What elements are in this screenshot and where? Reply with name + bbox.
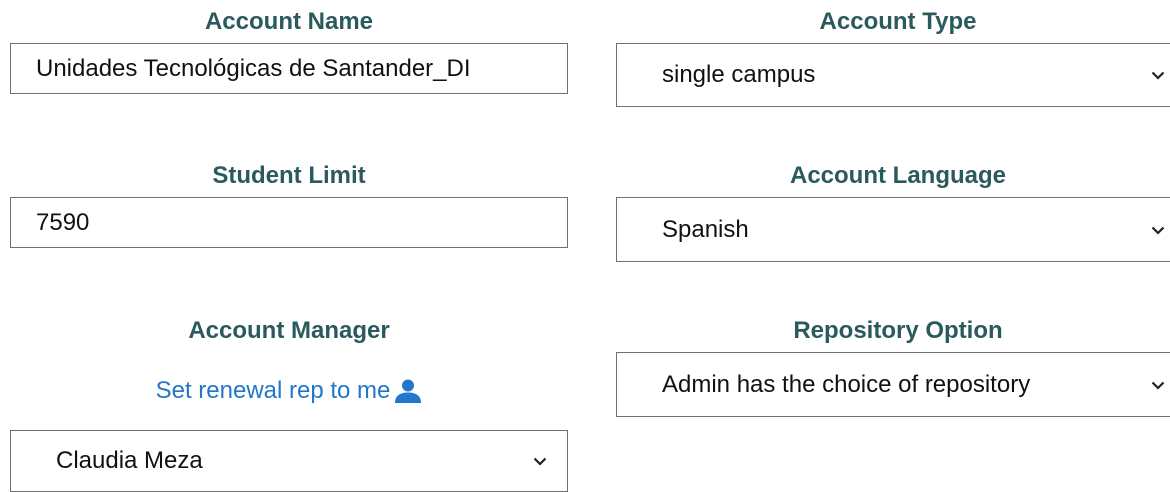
student-limit-input[interactable]: 7590 bbox=[10, 197, 568, 248]
account-name-value: Unidades Tecnológicas de Santander_DI bbox=[36, 54, 471, 82]
person-icon bbox=[394, 379, 422, 403]
repository-option-value: Admin has the choice of repository bbox=[662, 370, 1031, 398]
account-type-select[interactable]: single campus bbox=[616, 43, 1170, 107]
repository-option-label: Repository Option bbox=[793, 317, 1003, 344]
student-limit-label: Student Limit bbox=[212, 162, 366, 189]
set-renewal-rep-link[interactable]: Set renewal rep to me bbox=[10, 376, 568, 406]
account-language-label: Account Language bbox=[789, 162, 1006, 189]
account-language-select[interactable]: Spanish bbox=[616, 197, 1170, 262]
account-name-input[interactable]: Unidades Tecnológicas de Santander_DI bbox=[10, 43, 568, 94]
account-manager-value: Claudia Meza bbox=[56, 447, 203, 474]
account-name-label: Account Name bbox=[204, 8, 374, 35]
student-limit-value: 7590 bbox=[36, 208, 90, 236]
chevron-down-icon bbox=[533, 457, 547, 466]
chevron-down-icon bbox=[1151, 71, 1165, 80]
account-type-label: Account Type bbox=[819, 8, 977, 35]
chevron-down-icon bbox=[1151, 226, 1165, 235]
account-manager-select[interactable]: Claudia Meza bbox=[10, 430, 568, 492]
chevron-down-icon bbox=[1151, 381, 1165, 390]
account-language-value: Spanish bbox=[662, 215, 749, 243]
repository-option-select[interactable]: Admin has the choice of repository bbox=[616, 352, 1170, 417]
account-manager-label: Account Manager bbox=[188, 317, 390, 344]
account-type-value: single campus bbox=[662, 61, 816, 88]
set-renewal-rep-label: Set renewal rep to me bbox=[155, 377, 391, 404]
